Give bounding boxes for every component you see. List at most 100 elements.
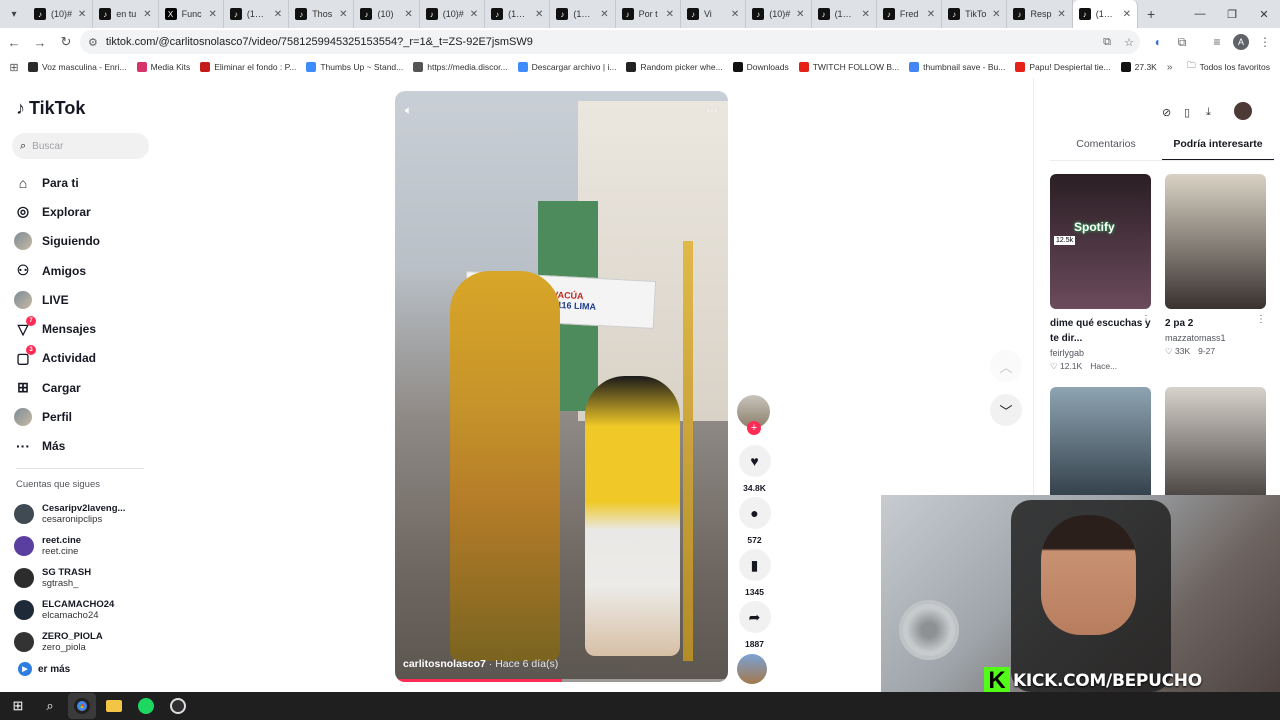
bookmark-item[interactable]: Random picker whe...	[626, 62, 723, 72]
profile-icon[interactable]: A	[1229, 30, 1253, 54]
following-account[interactable]: Cesaripv2laveng... cesaronipclips	[14, 498, 154, 530]
url-text[interactable]: tiktok.com/@carlitosnolasco7/video/75812…	[106, 36, 1096, 48]
like-action[interactable]: ♥ 34.8K	[737, 445, 772, 493]
extensions-puzzle-icon[interactable]: ⧉	[1170, 30, 1194, 54]
nav-item-siguiendo[interactable]: Siguiendo	[14, 227, 154, 256]
tab-close-icon[interactable]: ✕	[861, 9, 869, 20]
comment-icon[interactable]: ●	[738, 497, 771, 529]
install-app-icon[interactable]: ⧉	[1096, 36, 1118, 49]
media-control-icon[interactable]: ≡	[1205, 30, 1229, 54]
video-progress-bar[interactable]	[395, 679, 728, 682]
recommended-video-card[interactable]: 2 pa 2 mazzatomass1 ♡ 33K 9-27 ⋮	[1165, 174, 1266, 357]
card-more-icon[interactable]: ⋮	[1141, 314, 1151, 325]
more-bookmarks-icon[interactable]: »	[1167, 62, 1173, 73]
bookmark-item[interactable]: Media Kits	[136, 62, 190, 72]
bookmark-item[interactable]: 27.3K	[1120, 62, 1157, 72]
following-account[interactable]: ZERO_PIOLA zero_piola	[14, 626, 154, 658]
bookmark-star-icon[interactable]: ☆	[1118, 36, 1140, 49]
tab-close-icon[interactable]: ✕	[209, 9, 217, 20]
chrome-taskbar-icon[interactable]	[68, 693, 96, 719]
browser-tab[interactable]: ♪ Fred ✕	[877, 0, 943, 28]
browser-tab[interactable]: ♪ Resp ✕	[1007, 0, 1073, 28]
video-thumbnail[interactable]	[1165, 174, 1266, 309]
follow-plus-icon[interactable]: +	[747, 421, 761, 435]
reload-icon[interactable]: ↻	[54, 30, 78, 54]
browser-tab[interactable]: ♪ en tu ✕	[93, 0, 159, 28]
bookmark-item[interactable]: Voz masculina - Enri...	[28, 62, 127, 72]
tab-close-icon[interactable]: ✕	[274, 9, 282, 20]
browser-tab[interactable]: ♪ (10)# ✕	[28, 0, 94, 28]
nav-item-mensajes[interactable]: ▽ 7 Mensajes	[14, 314, 154, 343]
minimize-icon[interactable]: —	[1184, 0, 1216, 28]
new-tab-button[interactable]: +	[1138, 6, 1164, 22]
obs-icon[interactable]	[164, 693, 192, 719]
browser-tab[interactable]: ♪ (10)# ✕	[746, 0, 812, 28]
card-user[interactable]: mazzatomass1	[1165, 333, 1266, 343]
video-author[interactable]: carlitosnolasco7	[403, 658, 486, 670]
bookmark-item[interactable]: TWITCH FOLLOW B...	[798, 62, 899, 72]
tab-close-icon[interactable]: ✕	[404, 9, 412, 20]
omnibox[interactable]: ⚙ tiktok.com/@carlitosnolasco7/video/758…	[80, 30, 1140, 54]
bookmark-icon[interactable]: ▮	[738, 549, 771, 581]
coin-icon[interactable]: ⊘	[1162, 106, 1171, 119]
browser-tab[interactable]: ♪ (10)S ✕	[224, 0, 290, 28]
browser-tab[interactable]: ♪ (10)S ✕	[485, 0, 551, 28]
browser-tab[interactable]: ♪ (10)V ✕	[1072, 0, 1139, 28]
bookmark-item[interactable]: Papu! Despiertal tie...	[1015, 62, 1111, 72]
download-icon[interactable]: ⤓	[1206, 106, 1211, 119]
bookmark-item[interactable]: Downloads	[732, 62, 789, 72]
tab-close-icon[interactable]: ✕	[1123, 9, 1131, 20]
recommended-video-card[interactable]: Spotify 12.5k dime qué escuchas y te dir..…	[1050, 174, 1151, 372]
tab-close-icon[interactable]: ✕	[78, 9, 86, 20]
browser-tab[interactable]: ♪ Thos ✕	[289, 0, 355, 28]
tab-search-icon[interactable]: ▾	[0, 0, 28, 28]
close-window-icon[interactable]: ✕	[1248, 0, 1280, 28]
browser-tab[interactable]: ♪ (10)# ✕	[420, 0, 486, 28]
nav-item-para-ti[interactable]: ⌂ Para ti	[14, 168, 154, 197]
tab-close-icon[interactable]: ✕	[796, 9, 804, 20]
video-player[interactable]: NAVIDAD SE EN CAS CENDIO EVACÚA CON CA L…	[395, 91, 728, 682]
tab-close-icon[interactable]: ✕	[470, 9, 478, 20]
tab-close-icon[interactable]: ✕	[666, 9, 674, 20]
nav-item-amigos[interactable]: ⚇ Amigos	[14, 256, 154, 285]
extension-icon[interactable]: ◖	[1145, 30, 1169, 54]
file-explorer-icon[interactable]	[100, 693, 128, 719]
video-thumbnail[interactable]: Spotify 12.5k	[1050, 174, 1151, 309]
next-video-chevron-down-icon[interactable]: ﹀	[990, 394, 1022, 426]
card-more-icon[interactable]: ⋮	[1256, 314, 1266, 325]
following-account[interactable]: reet.cine reet.cine	[14, 530, 154, 562]
all-bookmarks[interactable]: 🗀 Todos los favoritos	[1187, 56, 1270, 78]
search-taskbar-icon[interactable]: ⌕	[36, 693, 64, 719]
following-account[interactable]: SG TRASH sgtrash_	[14, 562, 154, 594]
tab-close-icon[interactable]: ✕	[143, 9, 151, 20]
share-action[interactable]: ➦ 1887	[737, 601, 772, 649]
chrome-menu-icon[interactable]: ⋮	[1253, 30, 1277, 54]
share-icon[interactable]: ➦	[738, 601, 771, 633]
back-icon[interactable]: ←	[2, 30, 26, 54]
tiktok-logo[interactable]: ♪ TikTok	[16, 98, 85, 119]
see-more-link[interactable]: ▶ er más	[18, 662, 70, 676]
tab-close-icon[interactable]: ✕	[1057, 9, 1065, 20]
bookmark-item[interactable]: Eliminar el fondo : P...	[200, 62, 296, 72]
windows-start-icon[interactable]: ⊞	[4, 693, 32, 719]
browser-tab[interactable]: ♪ (10)S ✕	[812, 0, 877, 28]
heart-icon[interactable]: ♥	[738, 445, 771, 477]
tab-podr-a-interesarte[interactable]: Podría interesarte	[1162, 138, 1274, 161]
device-icon[interactable]: ▯	[1184, 106, 1190, 119]
user-avatar[interactable]	[1234, 102, 1252, 120]
nav-item-perfil[interactable]: Perfil	[14, 402, 154, 431]
card-user[interactable]: feirlygab	[1050, 348, 1151, 358]
bookmark-item[interactable]: https://media.discor...	[413, 62, 508, 72]
mute-icon[interactable]: 🔈︎	[405, 103, 412, 118]
browser-tab[interactable]: ♪ Por t ✕	[616, 0, 681, 28]
bookmark-item[interactable]: Thumbs Up ~ Stand...	[306, 62, 403, 72]
search-input[interactable]: ⌕ Buscar	[12, 133, 149, 159]
spotify-icon[interactable]	[132, 693, 160, 719]
following-account[interactable]: ELCAMACHO24 elcamacho24	[14, 594, 154, 626]
browser-tab[interactable]: ♪ (10)S ✕	[550, 0, 616, 28]
browser-tab[interactable]: X Func ✕	[159, 0, 224, 28]
tab-close-icon[interactable]: ✕	[535, 9, 543, 20]
tab-close-icon[interactable]: ✕	[339, 9, 347, 20]
video-more-icon[interactable]: ···	[706, 103, 718, 118]
forward-icon[interactable]: →	[28, 30, 52, 54]
